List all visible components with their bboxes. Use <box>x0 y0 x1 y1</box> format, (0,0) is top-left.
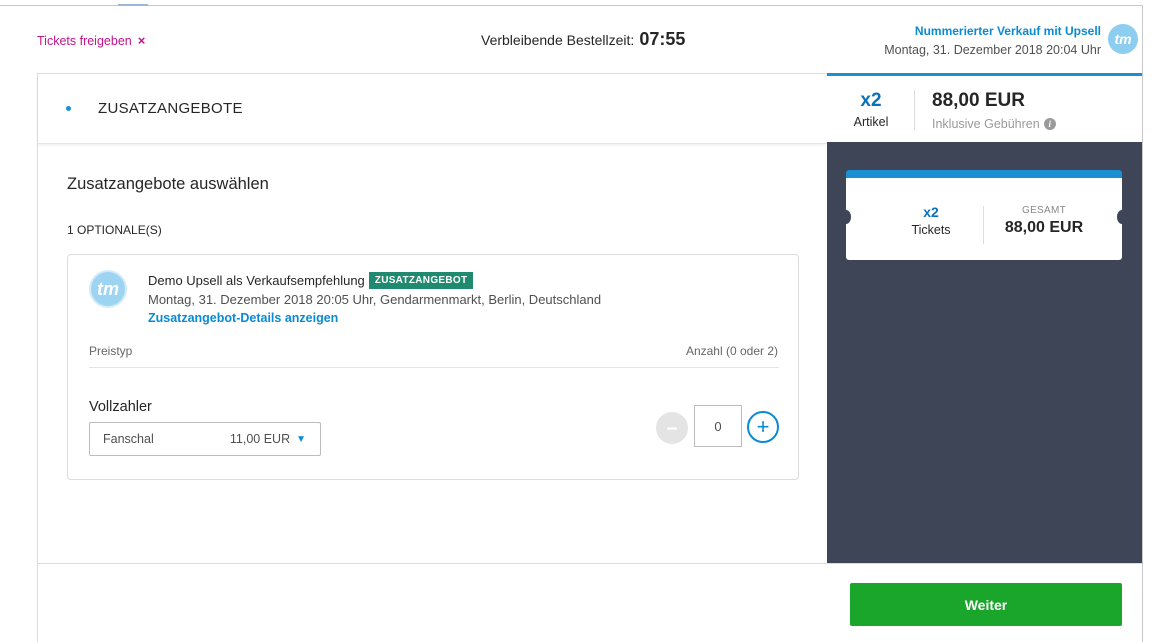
offer-badge: ZUSATZANGEBOT <box>368 272 474 289</box>
timer-value: 07:55 <box>639 29 686 49</box>
event-avatar: tm <box>1108 24 1138 54</box>
summary-price-value: 88,00 EUR <box>932 90 1025 111</box>
release-tickets-link[interactable]: Tickets freigeben × <box>37 33 145 48</box>
offer-card: tm Demo Upsell als Verkaufsempfehlung ZU… <box>67 254 799 480</box>
summary-fee-row: Inklusive Gebühren i <box>932 117 1056 131</box>
summary-divider <box>914 90 915 130</box>
close-icon: × <box>137 33 146 48</box>
section-title: ZUSATZANGEBOTE <box>98 100 243 117</box>
summary-qty-label: Artikel <box>853 115 889 129</box>
right-frame-line <box>1142 5 1143 642</box>
main-panel: ZUSATZANGEBOTE Zusatzangebote auswählen … <box>37 73 827 564</box>
offer-avatar: tm <box>89 270 127 308</box>
summary-quantity: x2 Artikel <box>827 90 915 129</box>
column-divider <box>89 367 779 368</box>
variant-select-price: 11,00 EUR <box>229 432 291 446</box>
summary-price: 88,00 EUR Inklusive Gebühren i <box>932 90 1056 131</box>
choose-offers-title: Zusatzangebote auswählen <box>67 175 269 193</box>
ticket-summary-card: x2 Tickets GESAMT 88,00 EUR <box>841 170 1127 260</box>
summary-qty-value: x2 <box>860 90 882 111</box>
footer-divider <box>37 563 1142 564</box>
ticket-qty-label: Tickets <box>911 223 951 237</box>
summary-fee-label: Inklusive Gebühren <box>932 117 1040 131</box>
offer-name: Demo Upsell als Verkaufsempfehlung <box>148 273 365 288</box>
event-name: Nummerierter Verkauf mit Upsell <box>914 24 1101 38</box>
increment-button[interactable]: + <box>747 411 779 443</box>
ticket-notch-right <box>1117 210 1127 224</box>
decrement-button[interactable]: – <box>656 412 688 444</box>
bullet-icon <box>66 106 71 111</box>
price-type-column-header: Preistyp <box>89 344 133 358</box>
top-accent-line <box>118 4 148 6</box>
optional-count: 1 OPTIONALE(S) <box>67 223 162 237</box>
release-tickets-label: Tickets freigeben <box>37 33 132 48</box>
timer-label: Verbleibende Bestellzeit: <box>481 32 635 48</box>
ticket-qty-value: x2 <box>923 204 939 220</box>
ticket-notch-left <box>841 210 851 224</box>
event-date: Montag, 31. Dezember 2018 20:04 Uhr <box>884 43 1101 57</box>
ticket-total: GESAMT 88,00 EUR <box>994 205 1094 237</box>
order-summary-panel: x2 Tickets GESAMT 88,00 EUR <box>827 142 1142 563</box>
ticket-total-label: GESAMT <box>1021 205 1067 216</box>
price-type-label: Vollzahler <box>89 399 152 415</box>
order-timer: Verbleibende Bestellzeit: 07:55 <box>481 29 685 50</box>
minus-icon: – <box>666 416 678 439</box>
event-header: Nummerierter Verkauf mit Upsell Montag, … <box>884 24 1101 57</box>
quantity-input[interactable] <box>694 405 742 447</box>
offer-details-link[interactable]: Zusatzangebot-Details anzeigen <box>148 311 338 325</box>
quantity-column-header: Anzahl (0 oder 2) <box>685 344 778 358</box>
ticket-quantity: x2 Tickets <box>886 204 976 237</box>
order-summary-header: x2 Artikel 88,00 EUR Inklusive Gebühren … <box>827 73 1142 142</box>
ticket-divider <box>983 206 984 244</box>
ticket-total-value: 88,00 EUR <box>1004 219 1084 236</box>
section-header: ZUSATZANGEBOTE <box>38 74 827 144</box>
offer-title-row: Demo Upsell als Verkaufsempfehlung ZUSAT… <box>148 272 474 289</box>
info-icon[interactable]: i <box>1043 118 1056 130</box>
top-frame-line <box>0 5 1142 6</box>
continue-button[interactable]: Weiter <box>850 583 1122 626</box>
plus-icon: + <box>756 414 770 439</box>
footer-left-border <box>37 564 38 642</box>
offer-date-location: Montag, 31. Dezember 2018 20:05 Uhr, Gen… <box>148 292 602 307</box>
caret-down-icon: ▼ <box>296 433 306 445</box>
variant-select[interactable]: Fanschal 11,00 EUR ▼ <box>89 422 321 456</box>
variant-select-name: Fanschal <box>103 432 154 446</box>
